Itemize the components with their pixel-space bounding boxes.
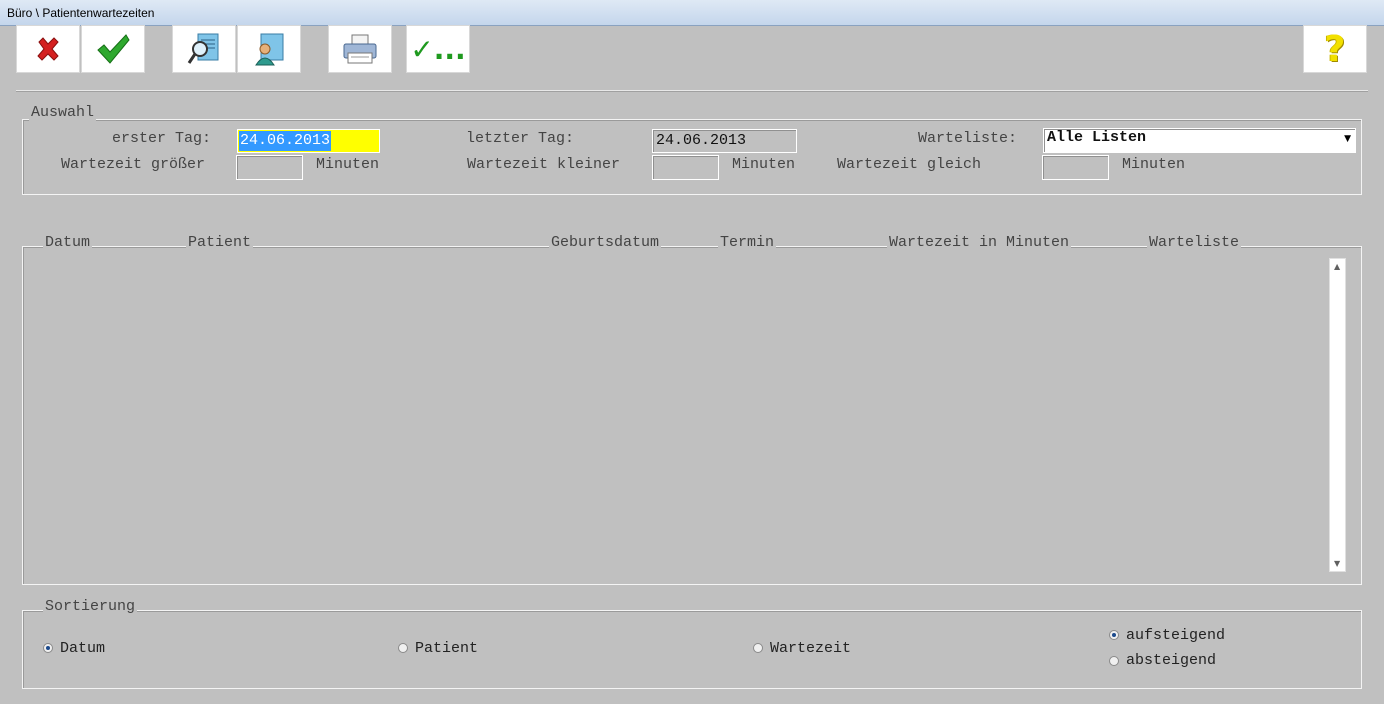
first-day-value: 24.06.2013 (239, 131, 332, 151)
order-ascending-radio[interactable] (1109, 630, 1119, 640)
column-header-warteliste[interactable]: Warteliste (1147, 234, 1242, 251)
order-descending-label[interactable]: absteigend (1126, 652, 1216, 669)
chevron-down-icon[interactable]: ▼ (1344, 134, 1351, 144)
help-button[interactable]: ? (1303, 25, 1367, 73)
order-descending-radio[interactable] (1109, 656, 1119, 666)
toolbar-separator (16, 90, 1368, 92)
waitlist-select[interactable]: Alle Listen ▼ (1043, 128, 1356, 153)
print-button[interactable] (328, 25, 392, 73)
magnifier-document-icon (187, 33, 219, 64)
sort-datum-radio[interactable] (43, 643, 53, 653)
waitlist-value: Alle Listen (1047, 129, 1147, 146)
window-title: Büro \ Patientenwartezeiten (7, 6, 155, 20)
scroll-down-icon[interactable]: ▼ (1334, 559, 1340, 568)
patient-button[interactable] (237, 25, 301, 73)
wait-greater-input[interactable] (236, 155, 303, 180)
first-day-input[interactable]: 24.06.2013 (237, 129, 380, 153)
sort-wartezeit-radio[interactable] (753, 643, 763, 653)
sort-patient-label[interactable]: Patient (415, 640, 478, 657)
scroll-up-icon[interactable]: ▲ (1334, 262, 1340, 271)
wait-equal-input[interactable] (1042, 155, 1109, 180)
first-day-label: erster Tag: (112, 130, 212, 147)
select-button[interactable]: ✓... (406, 25, 470, 73)
ok-button[interactable] (81, 25, 145, 73)
column-header-geburtsdatum[interactable]: Geburtsdatum (549, 234, 662, 251)
question-icon: ? (1324, 28, 1346, 70)
waitlist-label: Warteliste: (918, 130, 1018, 147)
results-table (22, 246, 1362, 585)
column-header-wartezeit[interactable]: Wartezeit in Minuten (887, 234, 1072, 251)
cancel-button[interactable] (16, 25, 80, 73)
green-check-icon (97, 34, 130, 64)
column-header-patient[interactable]: Patient (186, 234, 254, 251)
title-bar: Büro \ Patientenwartezeiten (0, 0, 1384, 26)
red-x-icon (37, 37, 59, 61)
wait-smaller-label: Wartezeit kleiner (467, 156, 621, 173)
order-ascending-label[interactable]: aufsteigend (1126, 627, 1225, 644)
wait-smaller-input[interactable] (652, 155, 719, 180)
sorting-group (22, 610, 1362, 689)
search-button[interactable] (172, 25, 236, 73)
printer-icon (343, 34, 377, 64)
table-scrollbar[interactable]: ▲ ▼ (1329, 258, 1346, 572)
minutes-label-3: Minuten (1122, 156, 1186, 173)
last-day-value: 24.06.2013 (656, 132, 747, 149)
column-header-datum[interactable]: Datum (43, 234, 93, 251)
sort-datum-label[interactable]: Datum (60, 640, 105, 657)
last-day-input[interactable]: 24.06.2013 (652, 129, 797, 153)
selection-legend: Auswahl (29, 104, 97, 121)
minutes-label-1: Minuten (316, 156, 380, 173)
last-day-label: letzter Tag: (466, 130, 575, 147)
sorting-legend: Sortierung (43, 598, 138, 615)
column-header-termin[interactable]: Termin (718, 234, 777, 251)
sort-wartezeit-label[interactable]: Wartezeit (770, 640, 851, 657)
sort-patient-radio[interactable] (398, 643, 408, 653)
wait-greater-label: Wartezeit größer (61, 156, 206, 173)
check-ellipsis-icon: ✓... (410, 32, 466, 66)
minutes-label-2: Minuten (732, 156, 796, 173)
patient-card-icon (255, 33, 284, 66)
wait-equal-label: Wartezeit gleich (837, 156, 982, 173)
